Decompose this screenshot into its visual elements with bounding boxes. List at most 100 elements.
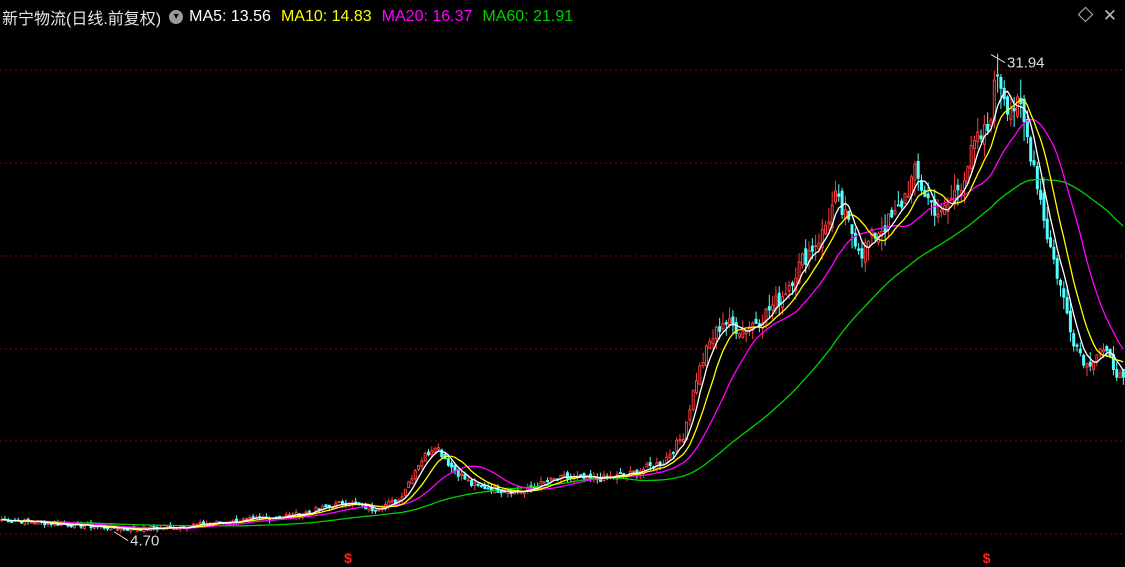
- candle: [1068, 301, 1072, 342]
- candle: [900, 198, 904, 210]
- candle: [956, 178, 960, 206]
- candle: [843, 195, 847, 226]
- ma5-line: [1, 90, 1124, 531]
- candle: [681, 433, 685, 444]
- candle: [910, 174, 914, 204]
- candle: [853, 227, 857, 250]
- candle: [936, 198, 940, 223]
- candle: [807, 241, 811, 270]
- candle: [400, 492, 404, 504]
- candle: [1111, 345, 1115, 376]
- low-price-label: 4.70: [130, 533, 159, 550]
- candle: [1121, 368, 1125, 385]
- candle: [324, 503, 328, 508]
- candle: [427, 448, 430, 457]
- candle: [767, 294, 771, 318]
- candle: [516, 486, 520, 495]
- candle: [837, 184, 841, 202]
- candle: [916, 153, 920, 191]
- candle: [387, 498, 391, 510]
- candle: [731, 310, 735, 334]
- candle: [893, 199, 897, 216]
- candle: [440, 448, 444, 459]
- candle: [953, 174, 957, 210]
- candle: [1052, 239, 1056, 265]
- candle: [248, 515, 252, 520]
- candle: [890, 207, 894, 219]
- candle: [920, 174, 924, 196]
- candle: [800, 252, 804, 269]
- candle: [1075, 343, 1079, 352]
- candle: [602, 470, 606, 482]
- moving-average-lines: [1, 90, 1124, 531]
- candle: [814, 234, 818, 261]
- candle: [747, 321, 751, 336]
- candle: [1062, 281, 1066, 310]
- candle: [1039, 180, 1043, 205]
- candle: [470, 479, 474, 488]
- candle: [450, 460, 454, 473]
- candle: [33, 522, 37, 525]
- candle: [857, 242, 861, 255]
- candle: [708, 337, 712, 350]
- candle: [943, 198, 947, 216]
- candle: [883, 214, 887, 246]
- candle: [827, 208, 831, 231]
- candle: [738, 332, 742, 339]
- candle: [704, 344, 708, 367]
- candle: [863, 237, 867, 273]
- candle: [711, 329, 715, 350]
- candle: [436, 443, 440, 451]
- candle: [1072, 329, 1076, 352]
- candle: [933, 189, 937, 227]
- candles: [0, 53, 1125, 534]
- candle: [701, 352, 705, 369]
- candle: [969, 135, 973, 173]
- candle: [886, 213, 890, 237]
- candle: [777, 286, 781, 316]
- candle: [1019, 79, 1023, 118]
- candle: [1006, 95, 1010, 121]
- candle: [618, 468, 622, 475]
- candle: [903, 192, 907, 205]
- candle: [1115, 361, 1119, 382]
- high-price-label: 31.94: [1007, 55, 1045, 72]
- event-marker[interactable]: $: [344, 550, 352, 566]
- candle: [867, 240, 871, 261]
- event-marker[interactable]: $: [983, 550, 991, 566]
- candle: [1029, 135, 1033, 167]
- candle: [850, 224, 854, 249]
- candle: [695, 372, 699, 395]
- candle: [1095, 354, 1099, 367]
- candle: [996, 53, 1000, 93]
- candle: [1045, 206, 1049, 244]
- candle: [999, 73, 1003, 110]
- candle: [1058, 278, 1062, 297]
- candle: [245, 517, 249, 520]
- candle: [337, 500, 341, 504]
- candle: [906, 180, 910, 198]
- candle: [549, 476, 553, 485]
- candle: [754, 311, 758, 324]
- candle: [407, 480, 411, 489]
- candle: [417, 464, 421, 472]
- candle: [546, 477, 550, 483]
- low-marker-line: [113, 531, 129, 542]
- candle: [668, 449, 672, 460]
- candle: [833, 180, 837, 205]
- candle: [370, 502, 374, 514]
- candle: [575, 470, 579, 481]
- candle: [698, 362, 702, 386]
- candle: [489, 483, 493, 494]
- candle: [721, 312, 725, 332]
- candle: [1055, 254, 1059, 285]
- candle: [23, 518, 27, 526]
- candle: [896, 190, 900, 207]
- candle: [648, 457, 652, 470]
- candle: [307, 509, 311, 514]
- chart-labels: 31.94 4.70 $ $: [113, 54, 1045, 566]
- grid-lines: [0, 69, 1125, 535]
- candle: [420, 457, 424, 470]
- candle: [423, 451, 427, 462]
- candle: [579, 474, 583, 477]
